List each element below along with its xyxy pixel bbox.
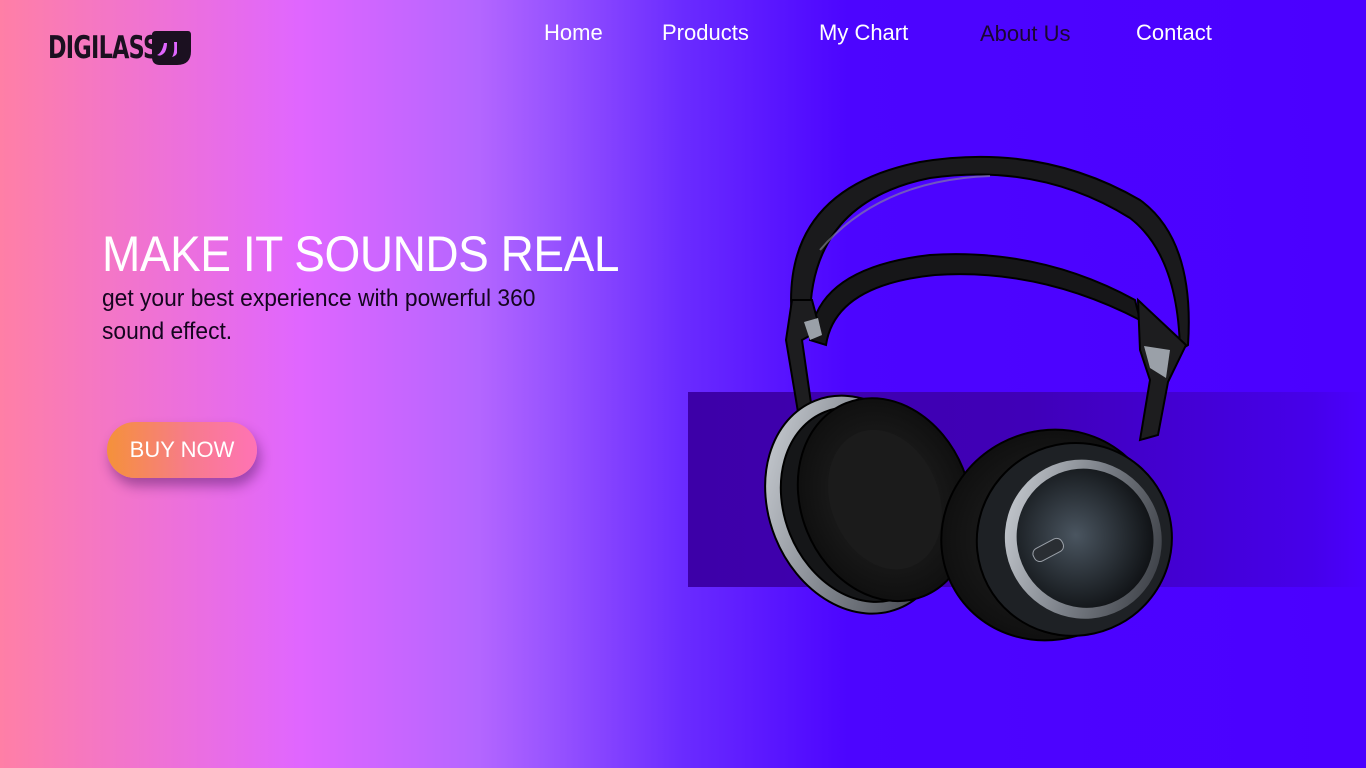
main-nav: Home Products My Chart About Us Contact bbox=[0, 18, 1366, 50]
headphones-image bbox=[764, 155, 1190, 642]
nav-contact-link[interactable]: Contact bbox=[1136, 18, 1212, 48]
hero-subtext: get your best experience with powerful 3… bbox=[102, 285, 536, 345]
nav-about-us-link[interactable]: About Us bbox=[980, 19, 1071, 49]
nav-products-link[interactable]: Products bbox=[662, 18, 749, 48]
nav-home-link[interactable]: Home bbox=[544, 18, 603, 48]
buy-now-button[interactable]: BUY NOW bbox=[107, 422, 257, 478]
nav-my-chart-link[interactable]: My Chart bbox=[819, 18, 908, 48]
hero-headline: MAKE IT SOUNDS REAL bbox=[102, 226, 619, 282]
